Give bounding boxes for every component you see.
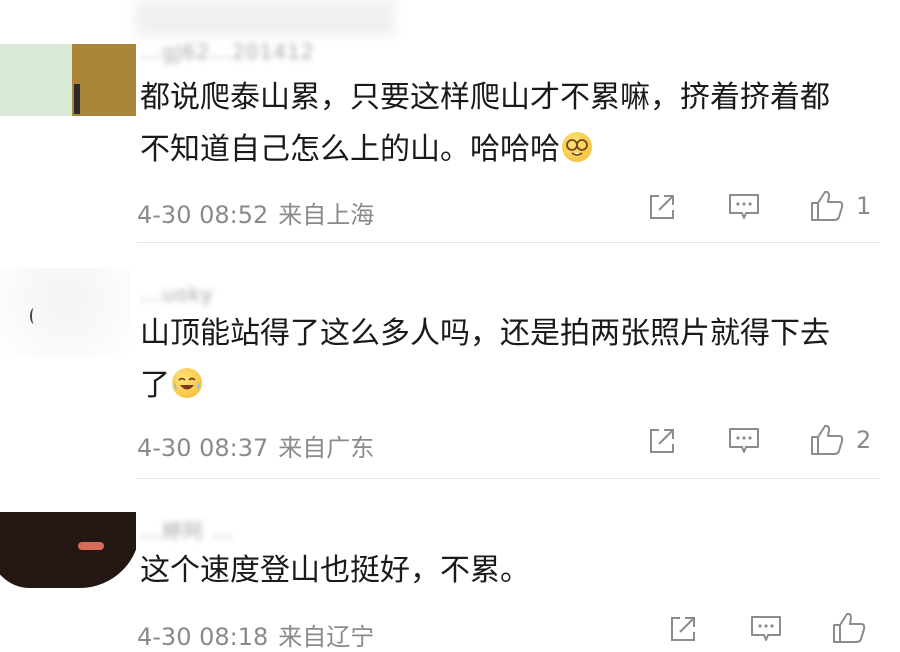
reply-button[interactable] xyxy=(726,190,762,224)
like-button[interactable]: 2 xyxy=(808,422,871,458)
reply-icon xyxy=(729,194,759,219)
comment-meta: 4-30 08:52 来自上海 xyxy=(137,195,374,230)
share-button[interactable] xyxy=(645,424,679,458)
nerd-face-icon xyxy=(562,132,592,162)
avatar[interactable] xyxy=(0,268,130,358)
reply-button[interactable] xyxy=(726,424,762,458)
username[interactable]: ...gJ62...201412 xyxy=(140,40,315,64)
comment-meta: 4-30 08:37 来自广东 xyxy=(137,428,374,463)
laughing-crying-icon xyxy=(172,368,202,398)
share-icon xyxy=(650,195,674,219)
like-button[interactable] xyxy=(830,610,878,646)
comment-location: 来自辽宁 xyxy=(278,623,375,651)
comment-date: 4-30 08:37 xyxy=(137,434,269,462)
avatar[interactable] xyxy=(0,44,136,116)
reply-icon xyxy=(751,616,781,641)
comment-text: 山顶能站得了这么多人吗，还是拍两张照片就得下去 了 xyxy=(140,308,870,412)
like-count: 2 xyxy=(856,426,872,454)
comment-meta: 4-30 08:18 来自辽宁 xyxy=(137,617,374,652)
comment-text-line: 这个速度登山也挺好，不累。 xyxy=(140,553,530,588)
comment-date: 4-30 08:52 xyxy=(137,201,269,229)
share-button[interactable] xyxy=(666,612,700,646)
reply-icon xyxy=(729,428,759,453)
share-icon xyxy=(671,617,695,641)
reply-button[interactable] xyxy=(748,612,784,646)
username[interactable]: ...uoky xyxy=(140,282,214,306)
comment-date: 4-30 08:18 xyxy=(137,623,269,651)
comment-text: 都说爬泰山累，只要这样爬山才不累嘛，挤着挤着都 不知道自己怎么上的山。哈哈哈 xyxy=(140,72,870,176)
divider xyxy=(137,478,880,479)
share-button[interactable] xyxy=(645,190,679,224)
thumbs-up-icon xyxy=(833,612,866,643)
comment-1: ...gJ62...201412 都说爬泰山累，只要这样爬山才不累嘛，挤着挤着都… xyxy=(0,0,900,245)
thumbs-up-icon xyxy=(811,190,844,221)
avatar[interactable] xyxy=(0,512,136,588)
like-button[interactable]: 1 xyxy=(808,188,871,224)
share-icon xyxy=(650,429,674,453)
divider xyxy=(137,242,880,243)
comment-text-line: 都说爬泰山累，只要这样爬山才不累嘛，挤着挤着都 xyxy=(140,80,830,115)
comment-text-line: 不知道自己怎么上的山。哈哈哈 xyxy=(140,132,560,167)
thumbs-up-icon xyxy=(811,424,844,455)
comment-text-line: 了 xyxy=(140,368,170,403)
comment-text-line: 山顶能站得了这么多人吗，还是拍两张照片就得下去 xyxy=(140,316,830,351)
like-count: 1 xyxy=(856,192,872,220)
comment-text: 这个速度登山也挺好，不累。 xyxy=(140,545,870,597)
username[interactable]: ...婷阿 ... xyxy=(140,515,234,544)
comment-location: 来自广东 xyxy=(278,434,375,462)
comment-location: 来自上海 xyxy=(278,201,375,229)
